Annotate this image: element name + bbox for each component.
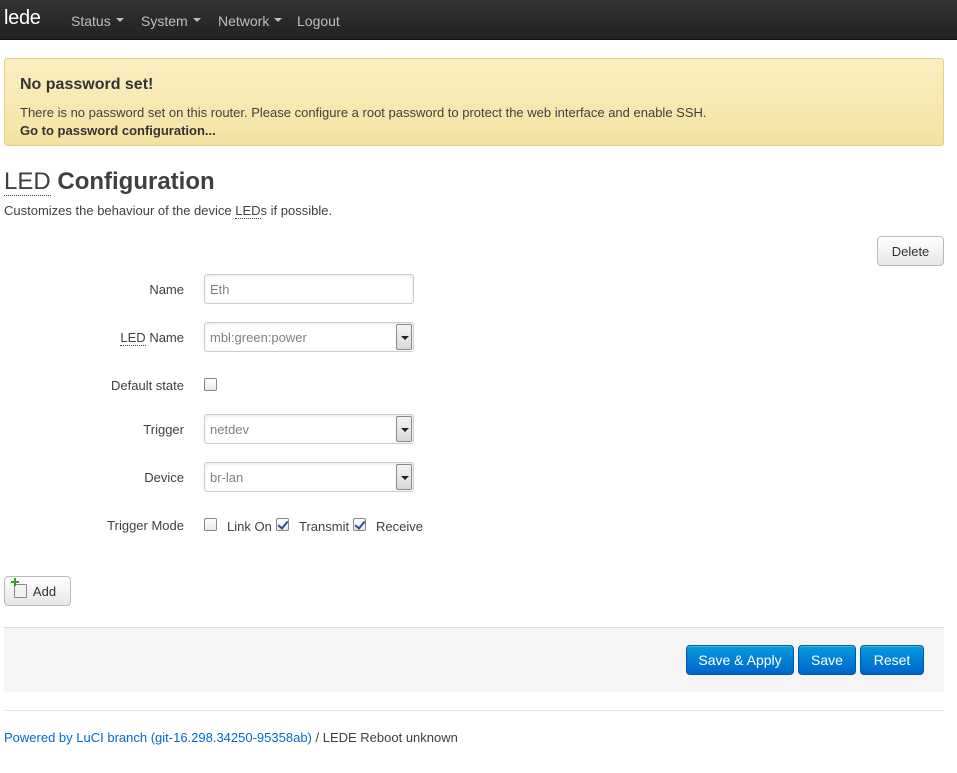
save-apply-button[interactable]: Save & Apply (686, 645, 794, 675)
menu-network-label: Network (218, 13, 270, 29)
led-name-label: LED Name (120, 330, 184, 346)
device-value: br-lan (210, 470, 244, 485)
name-label: Name (149, 282, 184, 297)
trigger-value: netdev (210, 422, 250, 437)
trigger-select[interactable]: netdev (204, 414, 414, 444)
password-config-link[interactable]: Go to password configuration... (20, 123, 216, 138)
led-name-value: mbl:green:power (210, 330, 307, 345)
chevron-down-icon (115, 18, 124, 23)
menu-status[interactable]: Status (71, 13, 124, 29)
luci-link[interactable]: Powered by LuCI branch (git-16.298.34250… (4, 730, 312, 745)
footer-divider (4, 710, 944, 711)
transmit-label: Transmit (299, 519, 350, 534)
footer-text: / LEDE Reboot unknown (311, 730, 458, 745)
alert-title: No password set! (20, 76, 154, 93)
desc-after: s if possible. (260, 203, 333, 218)
menu-logout[interactable]: Logout (297, 13, 340, 29)
page-title: LED Configuration (4, 168, 215, 196)
device-label: Device (144, 470, 184, 485)
led-name-select[interactable]: mbl:green:power (204, 322, 414, 352)
transmit-checkbox[interactable] (276, 518, 289, 531)
add-button[interactable]: Add (4, 576, 71, 606)
name-input[interactable] (204, 274, 414, 304)
menu-system-label: System (141, 13, 188, 29)
password-alert: No password set! There is no password se… (4, 58, 944, 146)
led-name-label-rest: Name (145, 330, 184, 345)
desc-before: Customizes the behaviour of the device (4, 203, 236, 218)
receive-checkbox[interactable] (353, 518, 366, 531)
desc-abbr: LED (235, 203, 261, 219)
default-state-checkbox[interactable] (204, 378, 217, 391)
receive-label: Receive (376, 519, 423, 534)
link-on-checkbox[interactable] (204, 518, 217, 531)
top-navbar: lede Status System Network Logout (0, 0, 957, 40)
menu-status-label: Status (71, 13, 111, 29)
menu-network[interactable]: Network (218, 13, 283, 29)
trigger-label: Trigger (143, 422, 184, 437)
title-rest: Configuration (57, 168, 215, 195)
alert-text: There is no password set on this router.… (20, 105, 707, 120)
led-name-abbr: LED (120, 330, 146, 346)
link-on-label: Link On (227, 519, 272, 534)
footer: Powered by LuCI branch (git-16.298.34250… (4, 730, 458, 745)
page-description: Customizes the behaviour of the device L… (4, 203, 333, 219)
add-icon (11, 578, 27, 598)
save-button[interactable]: Save (798, 645, 856, 675)
title-abbr: LED (4, 168, 51, 196)
menu-system[interactable]: System (141, 13, 201, 29)
default-state-label: Default state (111, 378, 184, 393)
device-select[interactable]: br-lan (204, 462, 414, 492)
dropdown-arrow-icon (396, 324, 412, 350)
add-button-label: Add (32, 583, 57, 599)
delete-button[interactable]: Delete (877, 236, 944, 266)
dropdown-arrow-icon (396, 416, 412, 442)
chevron-down-icon (192, 18, 201, 23)
trigger-mode-label: Trigger Mode (107, 518, 184, 533)
chevron-down-icon (274, 18, 283, 23)
reset-button[interactable]: Reset (860, 645, 924, 675)
dropdown-arrow-icon (396, 464, 412, 490)
brand-logo[interactable]: lede (4, 7, 41, 30)
